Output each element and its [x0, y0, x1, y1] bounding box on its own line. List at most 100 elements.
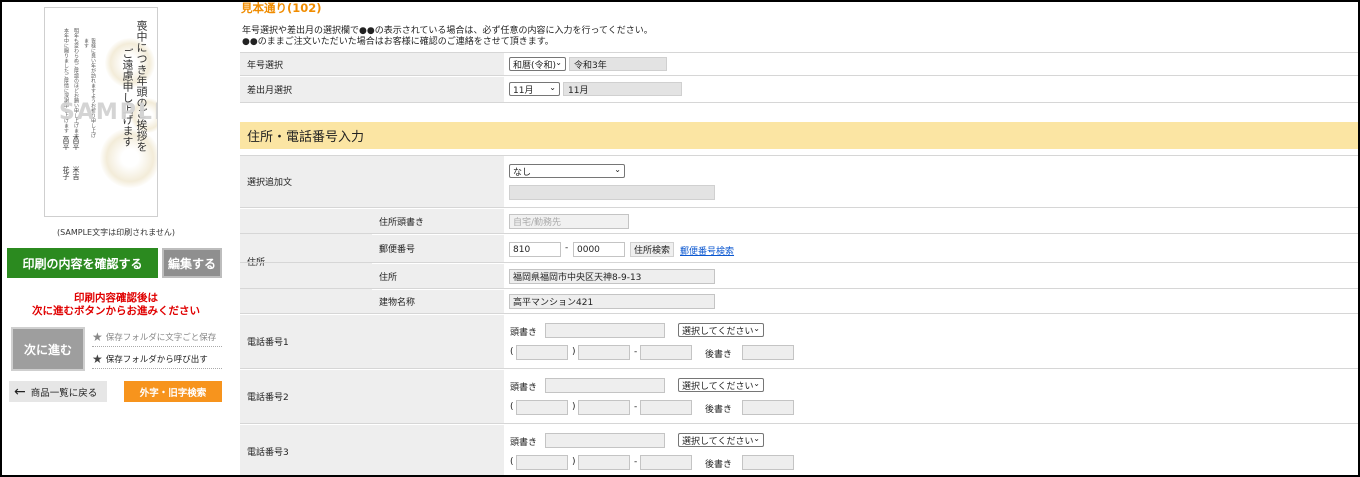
chevron-down-icon: ⌄ [753, 324, 760, 333]
phone-3-last-input[interactable] [640, 455, 692, 470]
phone-dash: - [634, 402, 638, 412]
phone-3-type-value: 選択してください [682, 436, 754, 447]
back-to-list-button[interactable]: ← 商品一覧に戻る [9, 381, 107, 402]
phone-1-type-select[interactable]: 選択してください ⌄ [678, 323, 764, 337]
phone-2-prefix-label: 頭書き [510, 383, 538, 393]
load-from-folder-label: 保存フォルダから呼び出す [105, 355, 208, 365]
phone-3-type-select[interactable]: 選択してください ⌄ [678, 433, 764, 447]
phone-row-2: 電話番号2 頭書き 選択してください ⌄ ( ) - 後書き [240, 370, 1358, 424]
phone-3-suffix-input[interactable] [742, 455, 794, 470]
paren-open: ( [510, 457, 514, 467]
preview-name: 米吉 [72, 166, 80, 180]
preview-greeting: 喪中につき年頭のご挨拶を [135, 20, 148, 152]
phone-2-suffix-input[interactable] [742, 400, 794, 415]
building-cell: 高平マンション421 [504, 290, 1358, 313]
gaiji-search-button[interactable]: 外字・旧字検索 [124, 381, 222, 402]
phone-3-prefix-input[interactable] [545, 433, 665, 448]
paren-close: ) [572, 457, 576, 467]
address-prefix-row: 住所頭書き 自宅/勤務先 [240, 209, 1358, 234]
building-label: 建物名称 [372, 290, 504, 313]
era-row: 年号選択 和暦(令和) ⌄ 令和3年 [240, 52, 1358, 76]
sample-watermark: SAMPLE [59, 100, 157, 125]
chevron-down-icon: ⌄ [549, 83, 556, 92]
phone-1-area-input[interactable] [516, 345, 568, 360]
next-button[interactable]: 次に進む [11, 327, 85, 371]
phone-1-prefix-input[interactable] [545, 323, 665, 338]
month-select-value: 11月 [513, 85, 534, 96]
address-line-label: 住所 [372, 264, 504, 288]
save-to-folder-link[interactable]: ★ 保存フォルダに文字ごと保存 [92, 328, 222, 347]
left-panel: 喪中につき年頭のご挨拶を ご遠慮申し上げます 本年中に賜りましたご厚情に深謝申し… [2, 2, 230, 475]
additional-select-value: なし [513, 167, 532, 178]
phone-1-type-value: 選択してください [682, 326, 754, 337]
postal-code-1-input[interactable]: 810 [509, 242, 561, 257]
phone-1-label: 電話番号1 [240, 315, 504, 368]
paren-close: ) [572, 347, 576, 357]
chevron-down-icon: ⌄ [614, 165, 621, 174]
notice-line-1: 印刷内容確認後は [74, 292, 158, 304]
postal-search-link[interactable]: 郵便番号検索 [680, 244, 734, 257]
notice-text: 印刷内容確認後は 次に進むボタンからお進みください [2, 292, 230, 318]
phone-3-middle-input[interactable] [578, 455, 630, 470]
address-prefix-input[interactable]: 自宅/勤務先 [509, 214, 629, 229]
phone-1-last-input[interactable] [640, 345, 692, 360]
month-select[interactable]: 11月 ⌄ [509, 82, 560, 96]
era-select-value: 和暦(令和) [513, 60, 557, 71]
intro-line-1: 年号選択や差出月の選択欄で●●の表示されている場合は、必ず任意の内容に入力を行っ… [242, 26, 653, 36]
preview-name: 高平 [62, 136, 70, 150]
postal-label: 郵便番号 [372, 235, 504, 262]
page-frame: 喪中につき年頭のご挨拶を ご遠慮申し上げます 本年中に賜りましたご厚情に深謝申し… [2, 2, 1358, 475]
chevron-down-icon: ⌄ [753, 379, 760, 388]
additional-select[interactable]: なし ⌄ [509, 164, 625, 178]
phone-1-suffix-label: 後書き [705, 350, 733, 360]
paren-open: ( [510, 347, 514, 357]
phone-1-middle-input[interactable] [578, 345, 630, 360]
address-prefix-cell: 自宅/勤務先 [504, 209, 1358, 233]
phone-3-cell: 頭書き 選択してください ⌄ ( ) - 後書き [504, 425, 1358, 475]
additional-value-cell: なし ⌄ [504, 156, 1358, 207]
phone-3-prefix-label: 頭書き [510, 438, 538, 448]
phone-2-suffix-label: 後書き [705, 405, 733, 415]
postal-row: 郵便番号 810 - 0000 住所検索 郵便番号検索 [240, 235, 1358, 263]
preview-name: 高平 [72, 136, 80, 150]
era-display: 令和3年 [569, 57, 667, 71]
month-value-cell: 11月 ⌄ 11月 [504, 77, 1358, 102]
paren-open: ( [510, 402, 514, 412]
confirm-print-button[interactable]: 印刷の内容を確認する [7, 248, 158, 278]
additional-text-field[interactable] [509, 185, 715, 200]
address-search-button[interactable]: 住所検索 [630, 242, 674, 257]
address-input[interactable]: 福岡県福岡市中央区天神8-9-13 [509, 269, 715, 284]
address-line-row: 住所 福岡県福岡市中央区天神8-9-13 [240, 264, 1358, 289]
phone-2-last-input[interactable] [640, 400, 692, 415]
phone-2-prefix-input[interactable] [545, 378, 665, 393]
phone-3-label: 電話番号3 [240, 425, 504, 475]
section-heading: 住所・電話番号入力 [240, 122, 1358, 149]
postal-dash: - [565, 243, 569, 253]
phone-3-suffix-label: 後書き [705, 460, 733, 470]
address-prefix-label: 住所頭書き [372, 209, 504, 233]
building-input[interactable]: 高平マンション421 [509, 294, 715, 309]
phone-2-area-input[interactable] [516, 400, 568, 415]
phone-dash: - [634, 457, 638, 467]
additional-label: 選択追加文 [240, 156, 504, 207]
page-title: 見本通り(102) [241, 2, 322, 15]
phone-2-middle-input[interactable] [578, 400, 630, 415]
postal-cell: 810 - 0000 住所検索 郵便番号検索 [504, 235, 1358, 262]
phone-3-area-input[interactable] [516, 455, 568, 470]
era-select[interactable]: 和暦(令和) ⌄ [509, 57, 566, 71]
load-from-folder-link[interactable]: ★ 保存フォルダから呼び出す [92, 350, 222, 369]
arrow-left-icon: ← [14, 383, 26, 400]
phone-2-type-value: 選択してください [682, 381, 754, 392]
era-value-cell: 和暦(令和) ⌄ 令和3年 [504, 53, 1358, 75]
phone-row-3: 電話番号3 頭書き 選択してください ⌄ ( ) - 後書き [240, 425, 1358, 475]
save-to-folder-label: 保存フォルダに文字ごと保存 [105, 333, 217, 343]
paren-close: ) [572, 402, 576, 412]
phone-row-1: 電話番号1 頭書き 選択してください ⌄ ( ) - 後書き [240, 315, 1358, 369]
phone-1-suffix-input[interactable] [742, 345, 794, 360]
postal-code-2-input[interactable]: 0000 [573, 242, 625, 257]
phone-2-type-select[interactable]: 選択してください ⌄ [678, 378, 764, 392]
month-display: 11月 [563, 82, 682, 96]
era-label: 年号選択 [240, 53, 504, 75]
notice-line-2: 次に進むボタンからお進みください [32, 305, 200, 317]
edit-button[interactable]: 編集する [162, 248, 222, 278]
